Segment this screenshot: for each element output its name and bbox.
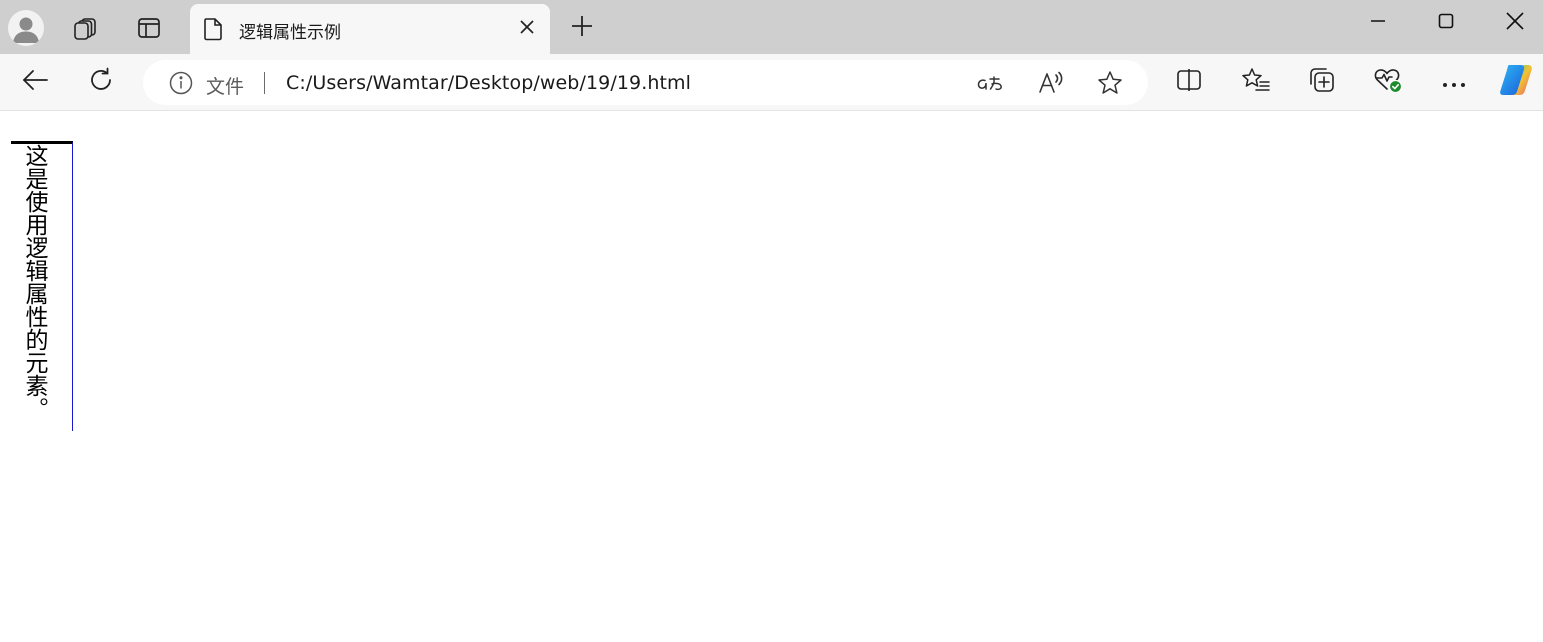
close-icon xyxy=(1506,12,1524,34)
back-button[interactable] xyxy=(15,62,55,102)
url-text[interactable]: C:/Users/Wamtar/Desktop/web/19/19.html xyxy=(286,72,691,94)
minimize-button[interactable] xyxy=(1344,0,1412,46)
tab-title: 逻辑属性示例 xyxy=(239,23,341,43)
page-icon xyxy=(203,17,223,45)
tab-active[interactable]: 逻辑属性示例 xyxy=(190,4,550,54)
copilot-button[interactable] xyxy=(1496,62,1536,102)
maximize-icon xyxy=(1438,13,1454,33)
address-separator xyxy=(264,72,265,94)
translate-icon[interactable] xyxy=(975,67,1007,99)
page-viewport: 这是使用逻辑属性的元素。 xyxy=(0,111,1543,642)
vertical-tabs-button[interactable] xyxy=(129,8,169,48)
more-dots-icon xyxy=(1442,73,1466,92)
browser-essentials-button[interactable] xyxy=(1368,62,1408,102)
vertical-tabs-icon xyxy=(137,16,161,40)
star-icon[interactable] xyxy=(1094,67,1126,99)
minimize-icon xyxy=(1370,13,1386,33)
close-window-button[interactable] xyxy=(1481,0,1543,46)
plus-icon xyxy=(571,15,593,41)
collections-icon xyxy=(1308,66,1336,98)
favorites-button[interactable] xyxy=(1236,62,1276,102)
maximize-button[interactable] xyxy=(1412,0,1480,46)
close-tab-button[interactable] xyxy=(514,16,540,42)
address-bar[interactable]: 文件 C:/Users/Wamtar/Desktop/web/19/19.htm… xyxy=(143,60,1148,105)
navigation-toolbar: 文件 C:/Users/Wamtar/Desktop/web/19/19.htm… xyxy=(0,54,1543,111)
more-button[interactable] xyxy=(1434,62,1474,102)
profile-avatar-icon[interactable] xyxy=(8,10,44,46)
close-icon xyxy=(519,19,535,39)
split-screen-button[interactable] xyxy=(1169,62,1209,102)
tab-strip: 逻辑属性示例 xyxy=(0,0,1543,54)
read-aloud-icon[interactable] xyxy=(1035,67,1067,99)
workspaces-button[interactable] xyxy=(66,8,106,48)
heart-pulse-icon xyxy=(1373,66,1403,98)
info-icon[interactable] xyxy=(169,71,193,95)
refresh-icon xyxy=(88,67,114,97)
site-label: 文件 xyxy=(206,76,245,98)
new-tab-button[interactable] xyxy=(562,8,602,48)
favorites-list-icon xyxy=(1242,67,1270,97)
back-arrow-icon xyxy=(22,69,48,95)
split-screen-icon xyxy=(1176,68,1202,96)
refresh-button[interactable] xyxy=(81,62,121,102)
logical-property-element: 这是使用逻辑属性的元素。 xyxy=(11,141,73,431)
collections-button[interactable] xyxy=(1302,62,1342,102)
workspaces-icon xyxy=(73,15,99,41)
vertical-text: 这是使用逻辑属性的元素。 xyxy=(21,144,47,420)
copilot-icon xyxy=(1497,62,1535,102)
